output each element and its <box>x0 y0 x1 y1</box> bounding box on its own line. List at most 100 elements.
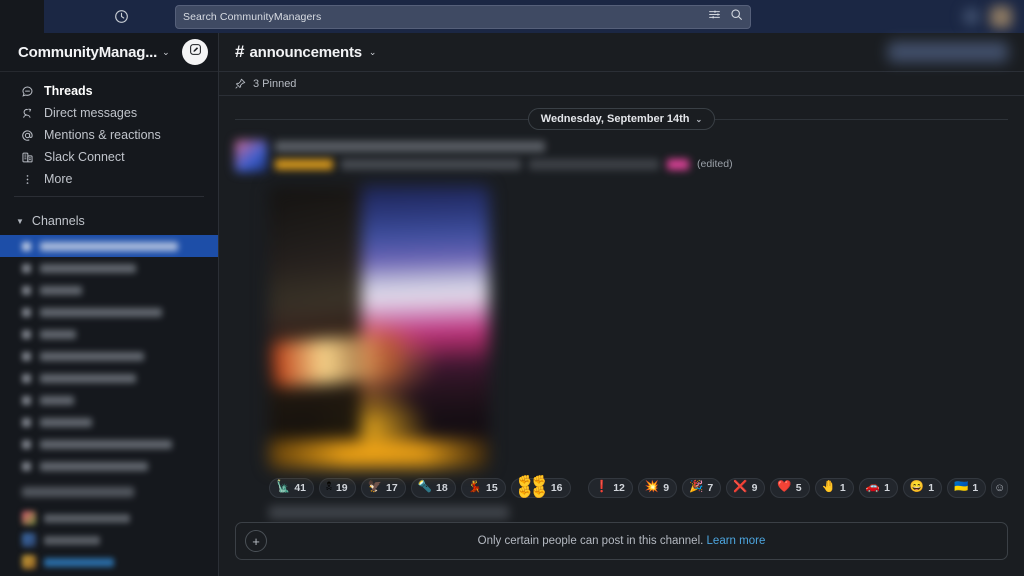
pinned-bar[interactable]: 3 Pinned <box>219 72 1024 96</box>
reaction-count: 7 <box>707 482 714 494</box>
hash-icon <box>22 417 31 427</box>
help-icon[interactable] <box>963 8 980 25</box>
reaction-pill[interactable]: ❤️ 5 <box>770 478 810 498</box>
channel-name-redacted <box>40 351 144 361</box>
date-divider-button[interactable]: Wednesday, September 14th ⌄ <box>527 108 716 130</box>
channel-item[interactable] <box>0 367 218 389</box>
direct-messages-section <box>0 487 218 573</box>
message-text-redacted <box>275 158 333 170</box>
reaction-pill[interactable]: 🇺🇦 1 <box>947 478 987 498</box>
reaction-emoji: 🗽 <box>276 481 291 494</box>
channel-item[interactable] <box>0 433 218 455</box>
sidebar-item-more[interactable]: More <box>0 168 218 190</box>
reaction-bar: 🗽 41 🕱 19 🦅 17 🔦 18 💃 15 ✊✊✊✊ 16 ❗ 12 💥 9 🎉 7 ❌ 9 … <box>269 476 1008 499</box>
channel-name-redacted <box>40 395 74 405</box>
search-input[interactable]: Search CommunityManagers <box>175 4 751 29</box>
chevron-down-icon: ⌄ <box>162 46 170 57</box>
filter-sliders-icon[interactable] <box>708 8 721 26</box>
composer-area: + Only certain people can post in this c… <box>219 522 1024 576</box>
sidebar-item-direct-messages[interactable]: Direct messages <box>0 102 218 124</box>
reaction-pill[interactable]: 🗽 41 <box>269 478 315 498</box>
reaction-pill[interactable]: ❌ 9 <box>726 478 766 498</box>
dm-section-header-redacted[interactable] <box>22 487 134 497</box>
hash-icon <box>22 395 31 405</box>
avatar[interactable] <box>235 140 267 172</box>
channel-item[interactable] <box>0 389 218 411</box>
sidebar-item-slack-connect[interactable]: Slack Connect <box>0 146 218 168</box>
sidebar: CommunityManag... ⌄ Threads Direct messa… <box>0 33 219 576</box>
reaction-pill[interactable]: 💥 9 <box>637 478 678 498</box>
reaction-pill[interactable]: 🦅 17 <box>360 478 406 498</box>
channel-item-selected[interactable] <box>0 235 218 257</box>
message-text-redacted <box>529 158 659 170</box>
channel-item[interactable] <box>0 257 218 279</box>
channel-header-actions <box>888 39 1008 65</box>
reaction-count: 1 <box>839 482 846 494</box>
reaction-pill[interactable]: 🕱 19 <box>319 478 356 498</box>
learn-more-link[interactable]: Learn more <box>707 535 766 547</box>
hash-icon <box>22 373 31 383</box>
message-text-redacted <box>341 158 521 170</box>
slack-connect-icon <box>20 151 34 164</box>
date-divider-label: Wednesday, September 14th <box>540 113 690 125</box>
reaction-pill[interactable]: 😄 1 <box>902 478 943 498</box>
sidebar-item-mentions-reactions[interactable]: Mentions & reactions <box>0 124 218 146</box>
reaction-pill[interactable]: 💃 15 <box>460 478 506 498</box>
hash-icon <box>22 307 31 317</box>
reaction-emoji: ❗ <box>594 481 610 494</box>
channel-title[interactable]: # announcements ⌄ <box>235 42 376 62</box>
message-list[interactable]: Wednesday, September 14th ⌄ (edited) 🗽 4… <box>219 96 1024 522</box>
channel-header: # announcements ⌄ <box>219 33 1024 72</box>
app-body: CommunityManag... ⌄ Threads Direct messa… <box>0 33 1024 576</box>
hash-icon <box>22 263 31 273</box>
caret-down-icon: ▼ <box>16 216 24 226</box>
channel-name-redacted <box>40 307 162 317</box>
dm-item[interactable] <box>22 551 218 573</box>
workspace-name: CommunityManag... <box>18 43 158 61</box>
hash-icon <box>22 241 31 251</box>
user-avatar[interactable] <box>990 5 1012 28</box>
compose-button[interactable] <box>182 39 208 65</box>
sidebar-item-label: Direct messages <box>44 106 138 120</box>
reaction-pill[interactable]: 🤚 1 <box>814 478 854 498</box>
reaction-pill[interactable]: 🎉 7 <box>682 478 722 498</box>
at-mention-icon <box>20 129 34 142</box>
channels-section-header[interactable]: ▼ Channels <box>0 209 218 233</box>
channel-item[interactable] <box>0 301 218 323</box>
reaction-count: 1 <box>972 482 979 494</box>
reaction-count: 18 <box>436 482 448 494</box>
channel-name-redacted <box>40 285 82 295</box>
hash-icon <box>22 439 31 449</box>
dm-item[interactable] <box>22 507 218 529</box>
workspace-switcher[interactable]: CommunityManag... ⌄ <box>18 44 170 61</box>
channel-item[interactable] <box>0 411 218 433</box>
clock-history-icon[interactable] <box>110 6 132 28</box>
reaction-count: 1 <box>928 482 935 494</box>
reaction-count: 19 <box>335 482 348 494</box>
add-reaction-icon[interactable]: ☺ <box>991 478 1008 498</box>
channel-members-redacted[interactable] <box>888 42 1008 62</box>
reaction-pill[interactable]: ❗ 12 <box>587 478 633 498</box>
message-content: (edited) <box>275 140 1008 170</box>
channel-item[interactable] <box>0 279 218 301</box>
reaction-pill[interactable]: ✊✊✊✊ 16 <box>510 476 571 499</box>
reaction-emoji: 🎉 <box>689 481 704 494</box>
image-attachment[interactable] <box>269 186 489 468</box>
attachment-detail <box>269 439 489 468</box>
search-icons <box>708 8 743 26</box>
sidebar-item-threads[interactable]: Threads <box>0 80 218 102</box>
channel-item[interactable] <box>0 345 218 367</box>
message-composer: + Only certain people can post in this c… <box>235 522 1008 560</box>
pinned-count-label: 3 Pinned <box>253 77 297 90</box>
reaction-pill[interactable]: 🚗 1 <box>858 478 898 498</box>
avatar <box>22 555 36 569</box>
dm-item[interactable] <box>22 529 218 551</box>
date-divider: Wednesday, September 14th ⌄ <box>219 106 1024 132</box>
reaction-pill[interactable]: 🔦 18 <box>410 478 456 498</box>
channel-item[interactable] <box>0 455 218 477</box>
reaction-count: 1 <box>884 482 890 494</box>
reaction-emoji: 💃 <box>467 481 483 494</box>
reaction-count: 12 <box>613 482 625 494</box>
magnifier-icon[interactable] <box>730 8 743 26</box>
channel-item[interactable] <box>0 323 218 345</box>
